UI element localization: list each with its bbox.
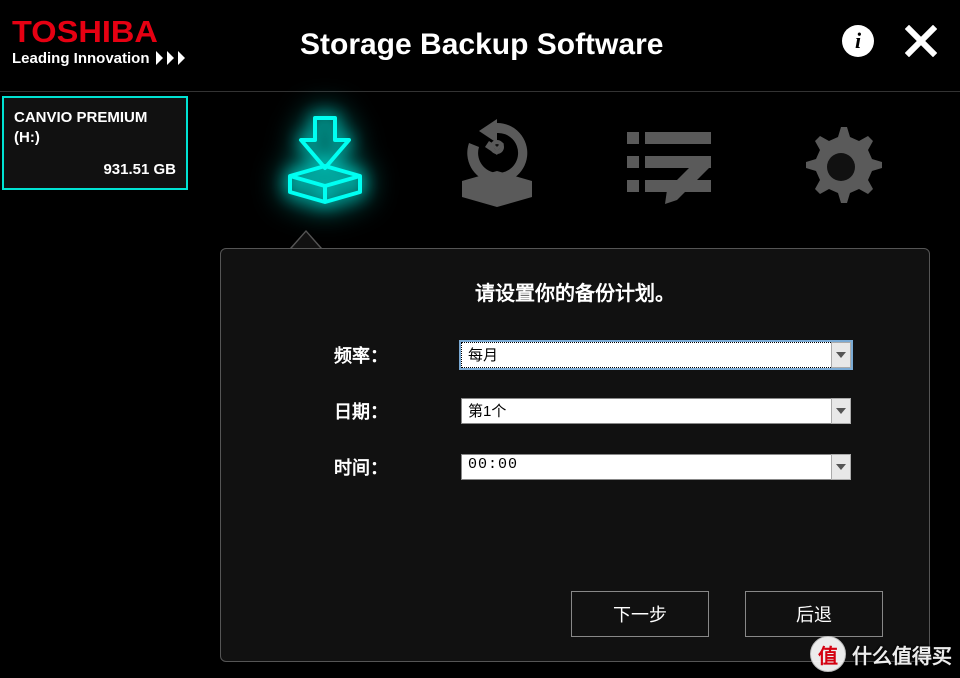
watermark-badge: 值 xyxy=(810,636,846,672)
drive-name: CANVIO PREMIUM (H:) xyxy=(14,108,176,147)
row-frequency: 频率： 每月 xyxy=(261,342,889,368)
panel-title: 请设置你的备份计划。 xyxy=(261,277,889,306)
sidebar-drive-card[interactable]: CANVIO PREMIUM (H:) 931.51 GB xyxy=(2,96,188,190)
label-time: 时间： xyxy=(261,454,461,480)
next-button[interactable]: 下一步 xyxy=(571,591,709,637)
tab-edit-list[interactable] xyxy=(614,112,724,222)
sidebar: CANVIO PREMIUM (H:) 931.51 GB xyxy=(0,92,190,678)
brand-tagline: Leading Innovation xyxy=(12,50,196,67)
brand-block: TOSHIBA Leading Innovation xyxy=(0,0,206,71)
header-icon-group: i xyxy=(842,22,940,60)
select-frequency-value[interactable]: 每月 xyxy=(461,342,851,368)
chevrons-icon xyxy=(156,51,196,65)
back-button[interactable]: 后退 xyxy=(745,591,883,637)
select-date[interactable]: 第1个 xyxy=(461,398,851,424)
select-time-value[interactable]: 00:00 xyxy=(461,454,851,480)
button-row: 下一步 后退 xyxy=(571,591,883,637)
watermark-text: 什么值得买 xyxy=(852,640,952,669)
body: CANVIO PREMIUM (H:) 931.51 GB xyxy=(0,92,960,678)
header: TOSHIBA Leading Innovation Storage Backu… xyxy=(0,0,960,92)
panel-pointer xyxy=(290,230,322,248)
app-title: Storage Backup Software xyxy=(300,28,663,62)
label-date: 日期： xyxy=(261,398,461,424)
select-time[interactable]: 00:00 xyxy=(461,454,851,480)
edit-list-icon xyxy=(619,122,719,212)
tab-backup[interactable] xyxy=(270,112,380,222)
restore-icon xyxy=(447,117,547,217)
info-icon[interactable]: i xyxy=(842,25,874,57)
backup-icon xyxy=(270,112,380,222)
tab-restore[interactable] xyxy=(442,112,552,222)
settings-panel: 请设置你的备份计划。 频率： 每月 日期： 第1个 xyxy=(220,248,930,662)
row-time: 时间： 00:00 xyxy=(261,454,889,480)
brand-tagline-text: Leading Innovation xyxy=(12,50,150,67)
watermark: 值 什么值得买 xyxy=(810,636,952,672)
brand-logo: TOSHIBA xyxy=(12,18,205,46)
row-date: 日期： 第1个 xyxy=(261,398,889,424)
drive-size: 931.51 GB xyxy=(14,161,176,178)
close-icon[interactable] xyxy=(902,22,940,60)
main-area: 请设置你的备份计划。 频率： 每月 日期： 第1个 xyxy=(190,92,960,678)
toolbar xyxy=(220,92,960,232)
select-frequency[interactable]: 每月 xyxy=(461,342,851,368)
select-date-value[interactable]: 第1个 xyxy=(461,398,851,424)
label-frequency: 频率： xyxy=(261,342,461,368)
gear-icon xyxy=(791,117,891,217)
tab-settings[interactable] xyxy=(786,112,896,222)
